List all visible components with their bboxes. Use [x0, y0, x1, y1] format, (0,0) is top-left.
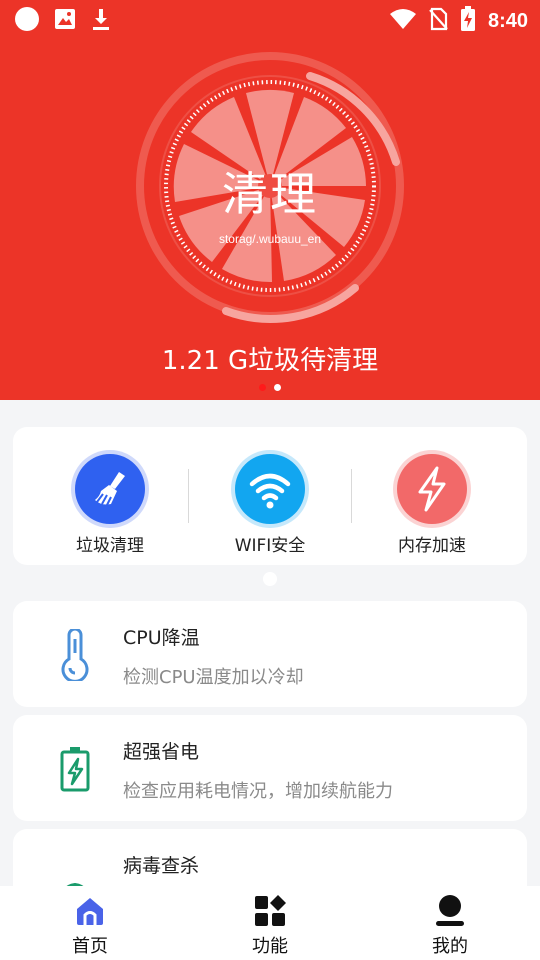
junk-amount: 1.21 G垃圾待清理	[161, 346, 379, 376]
pager-dot-active[interactable]	[259, 384, 266, 391]
thermometer-icon	[53, 627, 97, 683]
feature-title: 病毒查杀	[123, 855, 200, 877]
status-bar: 8:40	[0, 0, 540, 38]
nav-label: 功能	[252, 936, 288, 957]
image-icon	[54, 8, 76, 34]
quick-label: 内存加速	[398, 536, 466, 556]
broom-icon	[75, 454, 145, 524]
feature-desc: 检查应用耗电情况，增加续航能力	[123, 781, 393, 802]
quick-wifi-security[interactable]: WIFI安全	[185, 427, 355, 565]
battery-charging-icon	[460, 6, 476, 36]
feature-power-saving[interactable]: 超强省电 检查应用耗电情况，增加续航能力	[13, 715, 527, 821]
quick-junk-clean[interactable]: 垃圾清理	[25, 427, 195, 565]
scan-path: storag/.wubauu_en	[218, 232, 322, 246]
wifi-icon	[389, 8, 416, 34]
no-sim-icon	[428, 7, 448, 35]
nav-label: 我的	[432, 936, 468, 957]
hero-banner: 8:40 清理 storag/.wubauu_en 1.21 G垃圾待清理	[0, 0, 540, 400]
battery-icon	[53, 743, 97, 795]
quick-label: WIFI安全	[234, 536, 306, 556]
quick-memory-boost[interactable]: 内存加速	[347, 427, 517, 565]
feature-title: 超强省电	[123, 741, 200, 763]
home-icon	[73, 894, 107, 928]
quick-label: 垃圾清理	[76, 536, 144, 556]
nav-label: 首页	[72, 936, 108, 957]
feature-title: CPU降温	[123, 627, 200, 649]
user-icon	[433, 894, 467, 928]
feature-desc: 检测CPU温度加以冷却	[123, 667, 304, 688]
quick-actions-card: 垃圾清理 WIFI安全 内存加速	[13, 427, 527, 565]
status-time: 8:40	[487, 9, 528, 32]
clean-title: 清理	[222, 167, 318, 221]
wifi-icon	[235, 454, 305, 524]
pager-dot[interactable]	[274, 384, 281, 391]
section-pager-dot	[263, 572, 277, 586]
bottom-nav: 首页 功能 我的	[0, 886, 540, 960]
lightning-icon	[397, 454, 467, 524]
circle-icon	[14, 6, 40, 36]
nav-profile[interactable]: 我的	[360, 886, 540, 960]
banner-pager	[0, 384, 540, 391]
feature-cpu-cooling[interactable]: CPU降温 检测CPU温度加以冷却	[13, 601, 527, 707]
nav-features[interactable]: 功能	[180, 886, 360, 960]
nav-home[interactable]: 首页	[0, 886, 180, 960]
download-icon	[90, 7, 112, 35]
grid-icon	[253, 894, 287, 928]
